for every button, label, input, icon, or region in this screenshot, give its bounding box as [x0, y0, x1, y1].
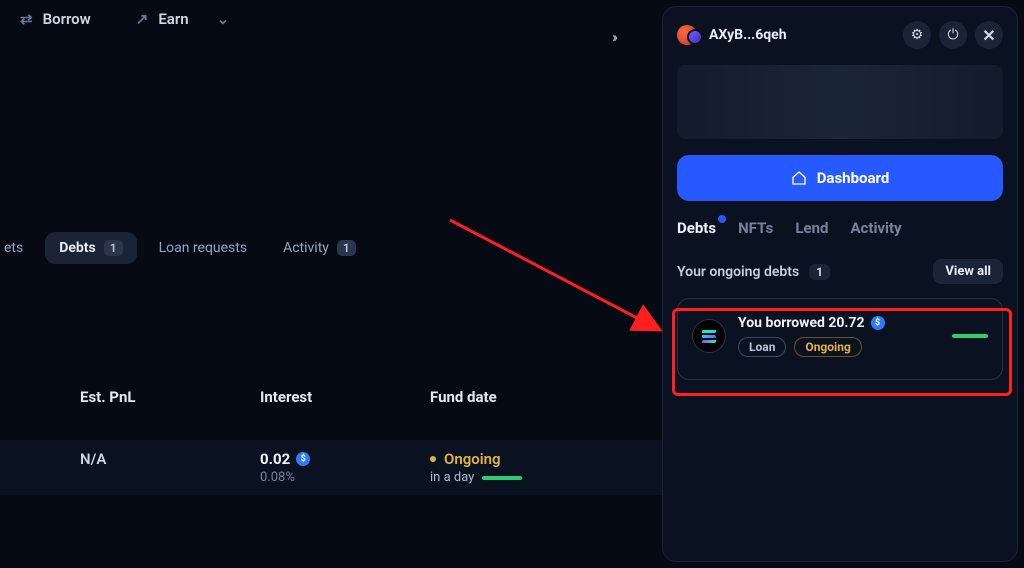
dashboard-button[interactable]: Dashboard — [677, 155, 1003, 201]
tab-loan-requests[interactable]: Loan requests — [145, 232, 262, 264]
cell-fund-date: Ongoing in a day — [430, 450, 630, 485]
nav-earn[interactable]: ↗ Earn ⌄ — [136, 10, 229, 28]
solana-icon — [692, 319, 726, 353]
close-button[interactable]: ✕ — [975, 21, 1003, 49]
col-fund-date: Fund date — [430, 388, 630, 406]
table-row[interactable]: N/A 0.02 $ 0.08% Ongoing in a day — [0, 440, 664, 495]
gear-icon: ⚙ — [911, 27, 924, 43]
wallet-address: AXyB...6qeh — [709, 27, 787, 43]
close-icon: ✕ — [982, 26, 995, 45]
table-headers: Est. PnL Interest Fund date — [0, 388, 664, 406]
top-nav: ⇄ Borrow ↗ Earn ⌄ — [20, 10, 229, 28]
panel-tab-activity[interactable]: Activity — [850, 219, 901, 237]
usd-coin-icon: $ — [871, 316, 885, 330]
power-button[interactable]: ⏻ — [939, 21, 967, 49]
debts-count-badge: 1 — [104, 240, 123, 256]
main-tabs: ets Debts 1 Loan requests Activity 1 — [0, 232, 370, 264]
col-pnl: Est. PnL — [80, 388, 260, 406]
tab-assets-partial[interactable]: ets — [0, 232, 37, 264]
notification-dot-icon — [718, 215, 726, 223]
section-count-badge: 1 — [809, 264, 830, 280]
activity-count-badge: 1 — [337, 240, 356, 256]
interest-value: 0.02 — [260, 450, 290, 468]
trend-up-icon: ↗ — [136, 10, 149, 28]
interest-pct: 0.08% — [260, 470, 430, 485]
annotation-arrow-icon — [440, 200, 680, 360]
panel-tab-nfts[interactable]: NFTs — [738, 219, 773, 237]
collapse-icon[interactable]: ›› — [612, 28, 615, 46]
debt-card[interactable]: You borrowed 20.72 $ Loan Ongoing — [677, 298, 1003, 380]
tab-activity[interactable]: Activity 1 — [269, 232, 370, 264]
chip-ongoing: Ongoing — [794, 337, 861, 357]
dashboard-label: Dashboard — [817, 169, 890, 187]
panel-tab-debts[interactable]: Debts — [677, 219, 716, 237]
tab-debts[interactable]: Debts 1 — [45, 232, 136, 264]
view-all-button[interactable]: View all — [933, 259, 1003, 284]
nav-borrow-label: Borrow — [43, 10, 91, 28]
usd-coin-icon: $ — [296, 452, 310, 466]
settings-button[interactable]: ⚙ — [903, 21, 931, 49]
wallet-id[interactable]: AXyB...6qeh — [677, 23, 787, 47]
chevron-down-icon: ⌄ — [217, 10, 230, 28]
col-interest: Interest — [260, 388, 430, 406]
progress-bar — [482, 476, 522, 480]
section-header: Your ongoing debts 1 View all — [677, 259, 1003, 284]
status-text: Ongoing — [444, 450, 501, 468]
wallet-panel: AXyB...6qeh ⚙ ⏻ ✕ Dashboard Debts NFTs L… — [662, 6, 1018, 562]
nav-borrow[interactable]: ⇄ Borrow — [20, 10, 91, 28]
panel-tabs: Debts NFTs Lend Activity — [677, 219, 1003, 237]
panel-header-actions: ⚙ ⏻ ✕ — [903, 21, 1003, 49]
section-title: Your ongoing debts — [677, 264, 799, 280]
panel-header: AXyB...6qeh ⚙ ⏻ ✕ — [677, 21, 1003, 49]
cell-interest: 0.02 $ 0.08% — [260, 450, 430, 485]
swap-icon: ⇄ — [20, 10, 33, 28]
status-dot-icon — [430, 456, 436, 462]
nav-earn-label: Earn — [158, 10, 188, 28]
panel-tab-lend[interactable]: Lend — [795, 219, 828, 237]
avatar — [677, 23, 701, 47]
cell-pnl: N/A — [80, 450, 260, 485]
chip-loan: Loan — [738, 337, 786, 357]
debt-title: You borrowed 20.72 — [738, 315, 865, 331]
debt-progress-bar — [952, 334, 988, 338]
home-icon — [791, 170, 807, 186]
debt-body: You borrowed 20.72 $ Loan Ongoing — [738, 315, 940, 357]
power-icon: ⏻ — [947, 27, 958, 43]
balance-skeleton — [677, 65, 1003, 139]
due-text: in a day — [430, 470, 474, 485]
